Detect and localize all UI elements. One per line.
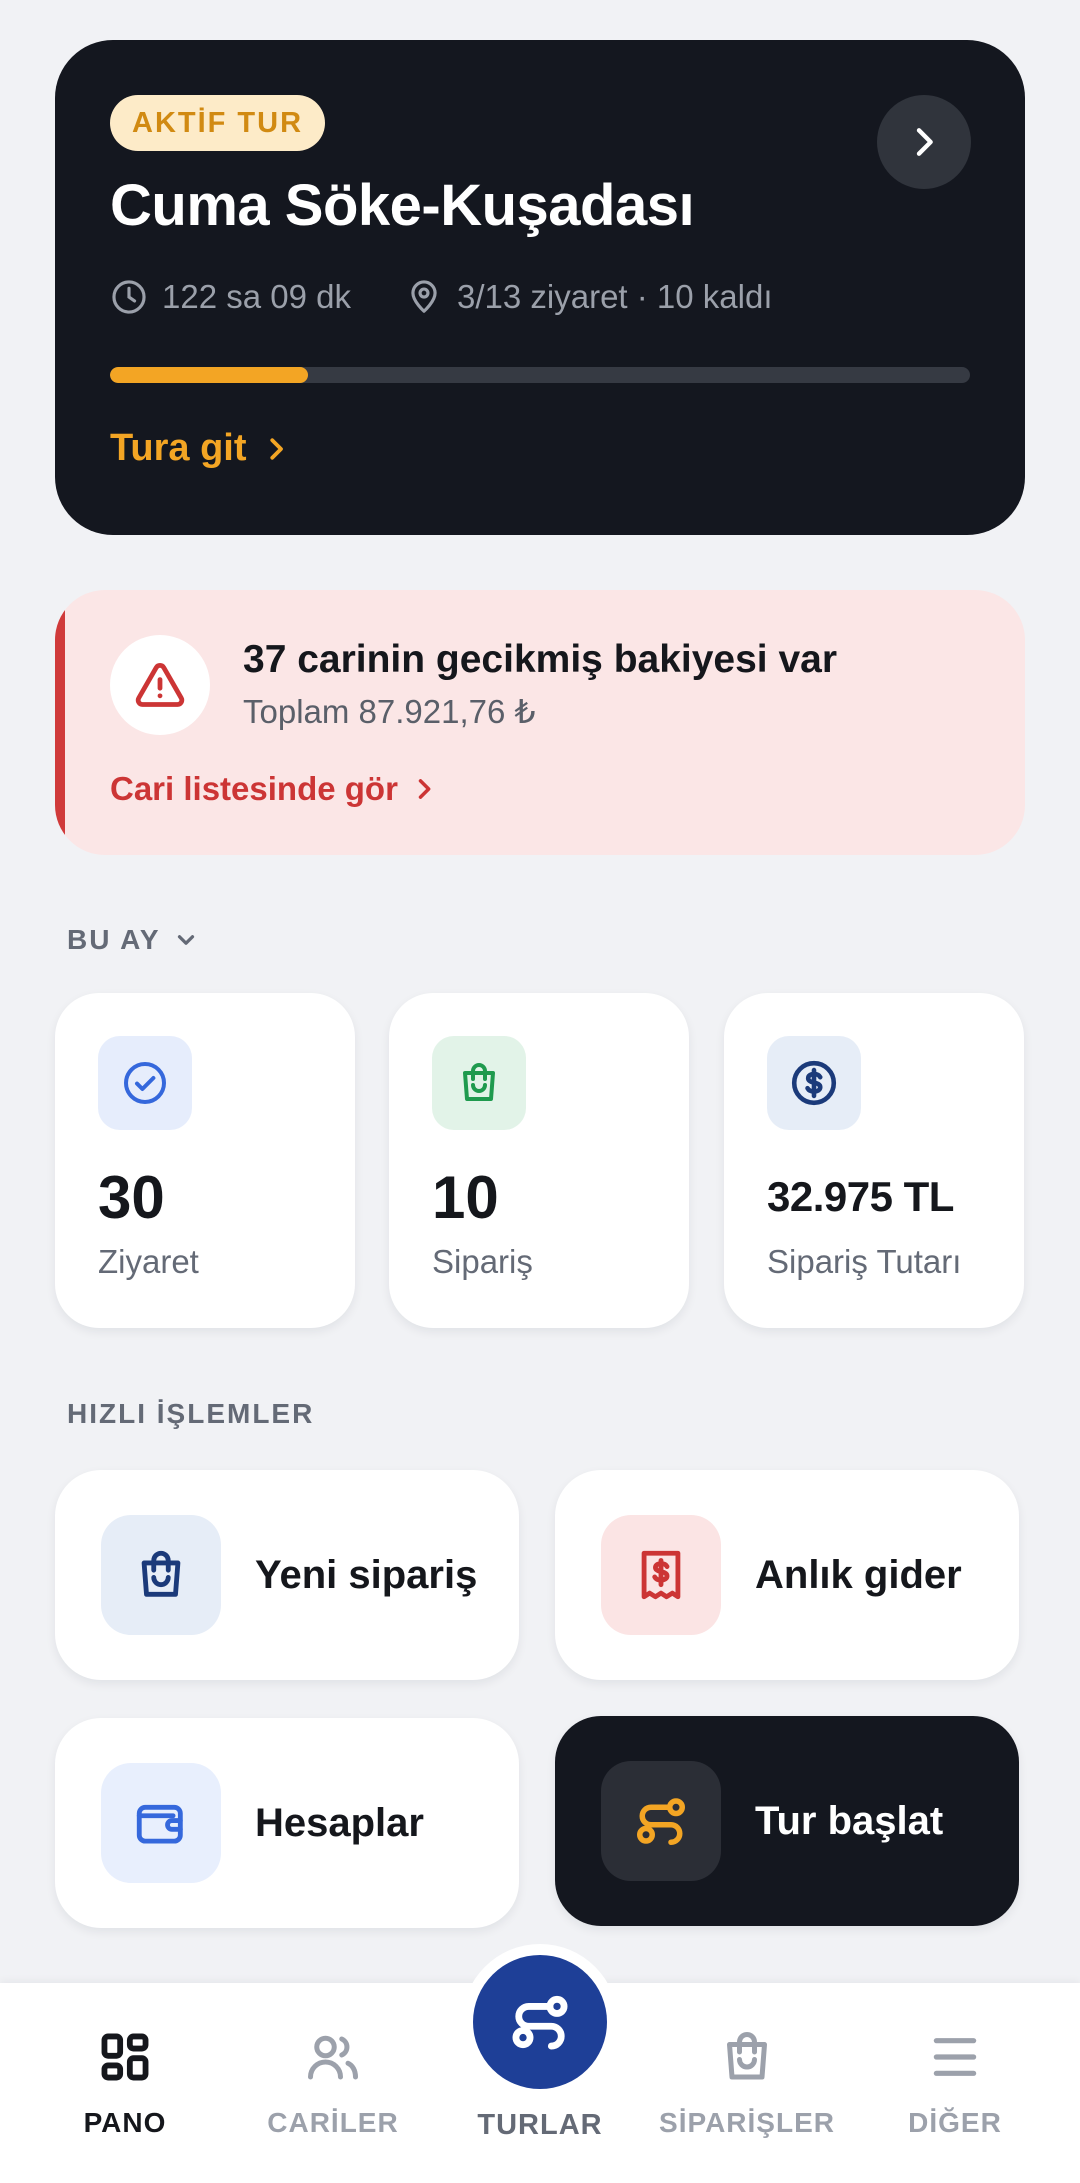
- route-icon: [512, 1995, 568, 2050]
- nav-item-cariler[interactable]: CARİLER: [225, 1983, 441, 2183]
- alert-icon-container: [110, 635, 210, 735]
- qa-icon-container: [101, 1763, 221, 1883]
- alert-subtitle: Toplam 87.921,76 ₺: [243, 693, 536, 730]
- chevron-right-icon: [916, 128, 933, 156]
- new-order-button[interactable]: Yeni sipariş: [55, 1470, 519, 1680]
- open-tour-button[interactable]: [877, 95, 971, 189]
- go-to-tour-link[interactable]: Tura git: [110, 427, 291, 470]
- shopping-bag-icon: [727, 2032, 767, 2080]
- stat-value: 10: [432, 1164, 499, 1231]
- shopping-bag-icon: [141, 1550, 181, 1597]
- view-in-accounts-label: Cari listesinde gör: [110, 770, 398, 807]
- stat-card-orders[interactable]: 10 Sipariş: [389, 993, 689, 1328]
- qa-label: Anlık gider: [755, 1552, 962, 1597]
- warning-triangle-icon: [135, 663, 185, 707]
- route-icon: [637, 1798, 685, 1845]
- grid-icon: [101, 2033, 149, 2081]
- stat-icon-container: [98, 1036, 192, 1130]
- instant-expense-button[interactable]: Anlık gider: [555, 1470, 1019, 1680]
- alert-title: 37 carinin gecikmiş bakiyesi var: [243, 638, 838, 681]
- tour-progress-fill: [110, 367, 308, 383]
- nav-label: CARİLER: [267, 2107, 399, 2138]
- receipt-icon: [641, 1550, 681, 1600]
- stat-icon-container: [432, 1036, 526, 1130]
- stat-icon-container: [767, 1036, 861, 1130]
- nav-icon-wrap: [715, 2025, 779, 2089]
- stat-card-order-total[interactable]: 32.975 TL Sipariş Tutarı: [724, 993, 1024, 1328]
- tours-fab-button[interactable]: [473, 1955, 607, 2089]
- period-selector[interactable]: BU AY: [67, 924, 199, 956]
- nav-item-siparisler[interactable]: SİPARİŞLER: [639, 1983, 855, 2183]
- users-icon: [308, 2035, 358, 2080]
- overdue-alert-card[interactable]: 37 carinin gecikmiş bakiyesi var Toplam …: [55, 590, 1025, 855]
- tour-duration: 122 sa 09 dk: [110, 278, 351, 316]
- stat-label: Sipariş Tutarı: [767, 1243, 962, 1280]
- view-in-accounts-link[interactable]: Cari listesinde gör: [110, 770, 438, 808]
- stat-value: 30: [98, 1164, 165, 1231]
- menu-icon: [933, 2038, 977, 2076]
- nav-label-turlar: TURLAR: [477, 2109, 603, 2141]
- nav-label: DİĞER: [908, 2107, 1002, 2138]
- stat-card-visits[interactable]: 30 Ziyaret: [55, 993, 355, 1328]
- qa-label: Yeni sipariş: [255, 1552, 478, 1597]
- active-tour-card[interactable]: AKTİF TUR Cuma Söke-Kuşadası 122 sa 09 d…: [55, 40, 1025, 535]
- qa-icon-container: [601, 1761, 721, 1881]
- accounts-button[interactable]: Hesaplar: [55, 1718, 519, 1928]
- nav-item-turlar[interactable]: [462, 1944, 618, 2100]
- qa-label: Hesaplar: [255, 1800, 424, 1845]
- stat-label: Sipariş: [432, 1243, 533, 1280]
- nav-icon-wrap: [923, 2025, 987, 2089]
- shopping-bag-icon: [463, 1063, 495, 1101]
- clock-icon: [112, 280, 146, 314]
- tour-progress-bar: [110, 367, 970, 383]
- tour-duration-text: 122 sa 09 dk: [162, 278, 351, 315]
- chevron-right-icon: [269, 437, 283, 460]
- nav-label: PANO: [83, 2107, 167, 2138]
- nav-item-pano[interactable]: PANO: [17, 1983, 233, 2183]
- check-circle-icon: [124, 1062, 166, 1104]
- go-to-tour-label: Tura git: [110, 427, 247, 469]
- chevron-right-icon: [418, 779, 431, 799]
- tour-visits: 3/13 ziyaret · 10 kaldı: [405, 278, 773, 316]
- nav-label: SİPARİŞLER: [659, 2107, 835, 2138]
- nav-icon-wrap: [93, 2025, 157, 2089]
- tour-visits-text: 3/13 ziyaret · 10 kaldı: [457, 278, 773, 315]
- chevron-down-icon: [177, 935, 194, 945]
- stat-label: Ziyaret: [98, 1243, 199, 1280]
- stat-value: 32.975 TL: [767, 1173, 954, 1220]
- wallet-icon: [136, 1804, 183, 1844]
- dollar-circle-icon: [791, 1060, 837, 1106]
- nav-item-diger[interactable]: DİĞER: [847, 1983, 1063, 2183]
- period-label: BU AY: [67, 924, 161, 955]
- start-tour-button[interactable]: Tur başlat: [555, 1716, 1019, 1926]
- tour-title: Cuma Söke-Kuşadası: [110, 173, 695, 238]
- quick-actions-title: HIZLI İŞLEMLER: [67, 1398, 315, 1429]
- map-pin-icon: [411, 280, 437, 313]
- nav-icon-wrap: [301, 2025, 365, 2089]
- qa-icon-container: [101, 1515, 221, 1635]
- alert-accent-bar: [55, 590, 65, 855]
- qa-icon-container: [601, 1515, 721, 1635]
- qa-label: Tur başlat: [755, 1798, 944, 1843]
- active-tour-badge: AKTİF TUR: [110, 95, 326, 151]
